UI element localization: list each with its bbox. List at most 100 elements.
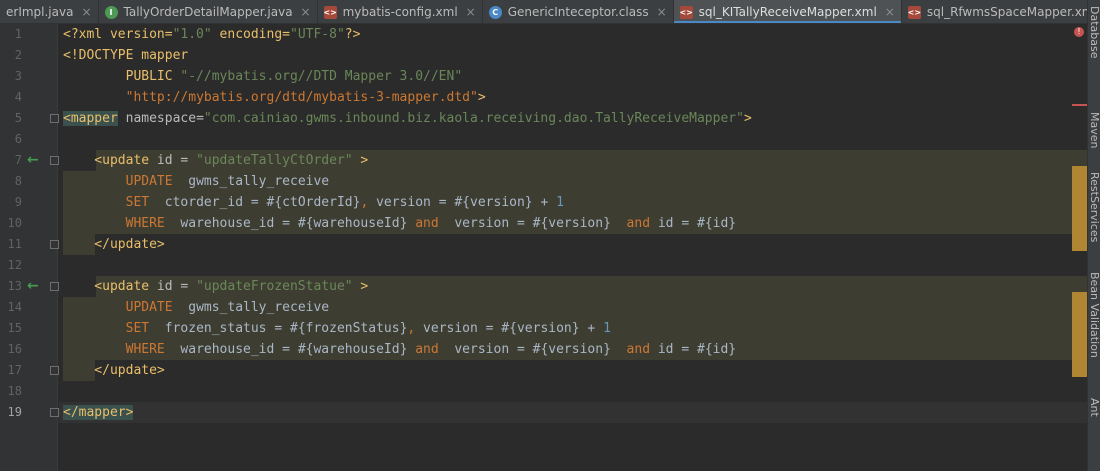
string-literal: "com.cainiao.gwms.inbound.biz.kaola.rece…	[203, 111, 744, 126]
close-icon[interactable]: ×	[81, 5, 91, 19]
sql-text: version = #{version} +	[415, 321, 604, 336]
line-number: 16	[7, 342, 22, 356]
equals: =	[180, 279, 197, 294]
update-tag: <update	[63, 279, 150, 294]
line-number-gutter[interactable]: 1 2 3 4 5 6 7 8 9 10 11 12 13 14 15 16 1…	[0, 24, 59, 471]
sql-number: 1	[556, 195, 564, 210]
fold-marker-icon[interactable]	[50, 240, 59, 249]
close-icon[interactable]: ×	[657, 5, 667, 19]
code-line-9: SET ctorder_id = #{ctOrderId}, version =…	[63, 192, 564, 213]
code-line-10: WHERE warehouse_id = #{warehouseId} and …	[63, 213, 737, 234]
tool-window-bean-validation[interactable]: Bean Validation	[1088, 272, 1100, 376]
fold-marker-icon[interactable]	[50, 408, 59, 417]
fold-marker-icon[interactable]	[50, 366, 59, 375]
tab-label: GenericInteceptor.class	[507, 5, 649, 19]
code-line-19: </mapper>	[63, 402, 134, 423]
sql-text: warehouse_id = #{warehouseId}	[164, 216, 416, 231]
xml-decl: <?xml version=	[63, 27, 173, 42]
code-line-8: UPDATE gwms_tally_receive	[63, 171, 330, 192]
line-number: 12	[7, 258, 22, 272]
code-line-3: PUBLIC "-//mybatis.org//DTD Mapper 3.0//…	[63, 66, 463, 87]
class-file-icon: C	[488, 5, 502, 19]
tab-tallyorderdetailmapper-java[interactable]: I TallyOrderDetailMapper.java ×	[99, 0, 318, 23]
sql-keyword: UPDATE	[125, 174, 173, 189]
close-icon[interactable]: ×	[466, 5, 476, 19]
xml-file-icon: <>	[907, 5, 922, 19]
line-number: 19	[7, 405, 22, 419]
implementing-method-arrow-icon[interactable]: ←	[27, 279, 41, 293]
close-icon[interactable]: ×	[885, 5, 895, 19]
tool-window-restservices[interactable]: RestServices	[1088, 172, 1100, 250]
tab-mybatis-config-xml[interactable]: <> mybatis-config.xml ×	[318, 0, 483, 23]
fold-marker-icon[interactable]	[50, 114, 59, 123]
tool-window-ant[interactable]: Ant	[1088, 398, 1100, 428]
tag-close: >	[352, 153, 369, 168]
tab-label: mybatis-config.xml	[342, 5, 458, 19]
xml-decl: ?>	[344, 27, 361, 42]
update-close-tag: </update>	[63, 237, 165, 252]
tab-genericinteceptor-class[interactable]: C GenericInteceptor.class ×	[483, 0, 674, 23]
line-number: 1	[14, 27, 22, 41]
string-literal: "updateTallyCtOrder"	[196, 153, 353, 168]
code-line-15: SET frozen_status = #{frozenStatus}, ver…	[63, 318, 611, 339]
line-number: 5	[14, 111, 22, 125]
error-indicator-icon[interactable]: !	[1074, 27, 1084, 37]
tab-label: sql_RfwmsSpaceMapper.xml	[926, 5, 1087, 19]
line-number: 9	[14, 195, 22, 209]
fold-marker-icon[interactable]	[50, 282, 59, 291]
sql-keyword: and	[626, 342, 651, 357]
code-line-7: <update id = "updateTallyCtOrder" >	[63, 150, 368, 171]
tab-erimpl-java[interactable]: erImpl.java ×	[0, 0, 99, 23]
code-line-17: </update>	[63, 360, 164, 381]
current-line-highlight	[59, 402, 1087, 423]
line-number: 3	[14, 69, 22, 83]
attribute-name: namespace=	[117, 111, 204, 126]
highlight-stripe-mark[interactable]	[1072, 292, 1087, 377]
line-number: 4	[14, 90, 22, 104]
sql-text: gwms_tally_receive	[172, 174, 330, 189]
highlight-stripe-mark[interactable]	[1072, 166, 1087, 251]
mapper-tag: <mapper	[63, 111, 118, 126]
line-number: 2	[14, 48, 22, 62]
line-number: 7	[14, 153, 22, 167]
close-icon[interactable]: ×	[301, 5, 311, 19]
string-literal: "updateFrozenStatue"	[196, 279, 353, 294]
code-line-1: <?xml version="1.0" encoding="UTF-8"?>	[63, 24, 360, 45]
doctype: <!DOCTYPE mapper	[63, 48, 189, 63]
tool-window-maven[interactable]: Maven	[1088, 112, 1100, 156]
tab-sql-rfwmsspacemapper-xml[interactable]: <> sql_RfwmsSpaceMapper.xml ×	[902, 0, 1087, 23]
sql-text: warehouse_id = #{warehouseId}	[164, 342, 416, 357]
implementing-method-arrow-icon[interactable]: ←	[27, 153, 41, 167]
dtd-url: "http://mybatis.org/dtd/mybatis-3-mapper…	[125, 90, 478, 105]
sql-text: ctorder_id = #{ctOrderId}	[149, 195, 361, 210]
sql-keyword: and	[626, 216, 651, 231]
tool-window-database[interactable]: Database	[1088, 6, 1100, 80]
line-number: 18	[7, 384, 22, 398]
update-tag: <update	[63, 153, 150, 168]
xml-file-icon: <>	[323, 5, 337, 19]
line-number: 14	[7, 300, 22, 314]
doctype-public: PUBLIC	[63, 69, 181, 84]
code-line-11: </update>	[63, 234, 165, 255]
line-number: 6	[14, 132, 22, 146]
attribute-name: id	[149, 153, 181, 168]
sql-text: id = #{id}	[650, 342, 737, 357]
mapper-close-tag: </mapper>	[63, 405, 134, 420]
tab-sql-kitallyreceivemapper-xml[interactable]: <> sql_KITallyReceiveMapper.xml ×	[673, 0, 902, 23]
sql-text: version = #{version}	[438, 342, 627, 357]
fold-marker-icon[interactable]	[50, 156, 59, 165]
xml-decl: encoding=	[211, 27, 290, 42]
tab-label: sql_KITallyReceiveMapper.xml	[698, 5, 877, 19]
code-editor[interactable]: <?xml version="1.0" encoding="UTF-8"?> <…	[59, 24, 1087, 471]
sql-text: gwms_tally_receive	[172, 300, 330, 315]
error-stripe-mark[interactable]	[1072, 104, 1087, 106]
xml-file-icon: <>	[679, 5, 693, 19]
sql-text: frozen_status = #{frozenStatus}	[149, 321, 408, 336]
sql-keyword: and	[415, 216, 439, 231]
line-number: 17	[7, 363, 22, 377]
